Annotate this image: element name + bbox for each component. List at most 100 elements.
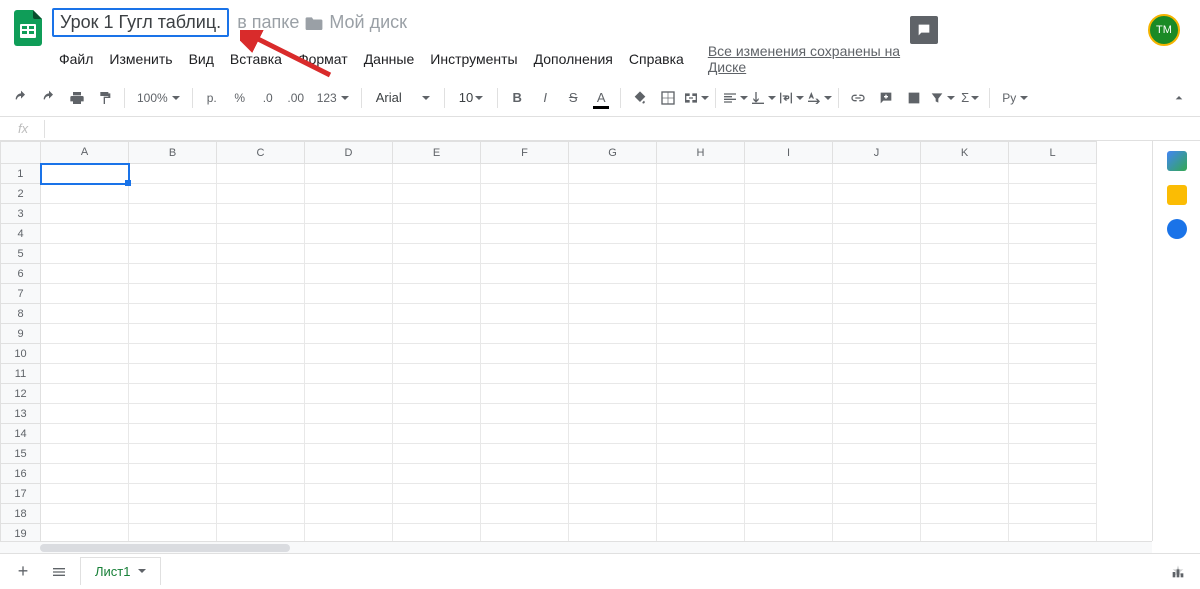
cell-C11[interactable] [217,364,305,384]
cell-J12[interactable] [833,384,921,404]
cell-J16[interactable] [833,464,921,484]
spreadsheet-grid[interactable]: ABCDEFGHIJKL1234567891011121314151617181… [0,141,1152,541]
cell-D2[interactable] [305,184,393,204]
cell-J5[interactable] [833,244,921,264]
cell-L6[interactable] [1009,264,1097,284]
cell-B5[interactable] [129,244,217,264]
add-sheet-button[interactable]: + [8,558,38,586]
cell-D9[interactable] [305,324,393,344]
column-header-D[interactable]: D [305,142,393,164]
cell-H8[interactable] [657,304,745,324]
cell-D3[interactable] [305,204,393,224]
sheets-logo[interactable] [8,8,48,48]
cell-L1[interactable] [1009,164,1097,184]
cell-J4[interactable] [833,224,921,244]
cell-C17[interactable] [217,484,305,504]
cell-H11[interactable] [657,364,745,384]
row-header-7[interactable]: 7 [1,284,41,304]
cell-J13[interactable] [833,404,921,424]
cell-K1[interactable] [921,164,1009,184]
cell-A19[interactable] [41,524,129,542]
cell-K12[interactable] [921,384,1009,404]
print-button[interactable] [64,85,90,111]
cell-E14[interactable] [393,424,481,444]
cell-B7[interactable] [129,284,217,304]
cell-G8[interactable] [569,304,657,324]
decrease-decimal-button[interactable]: .0 [255,85,281,111]
cell-G11[interactable] [569,364,657,384]
cell-K18[interactable] [921,504,1009,524]
keep-addon-icon[interactable] [1167,185,1187,205]
cell-B4[interactable] [129,224,217,244]
cell-K16[interactable] [921,464,1009,484]
calendar-addon-icon[interactable] [1167,151,1187,171]
row-header-11[interactable]: 11 [1,364,41,384]
cell-F15[interactable] [481,444,569,464]
cell-H5[interactable] [657,244,745,264]
cell-J9[interactable] [833,324,921,344]
share-button[interactable]: Настройки Доступа [952,14,1134,46]
row-header-12[interactable]: 12 [1,384,41,404]
cell-D11[interactable] [305,364,393,384]
cell-K15[interactable] [921,444,1009,464]
cell-H9[interactable] [657,324,745,344]
cell-I11[interactable] [745,364,833,384]
select-all-corner[interactable] [1,142,41,164]
cell-L4[interactable] [1009,224,1097,244]
cell-D15[interactable] [305,444,393,464]
cell-F17[interactable] [481,484,569,504]
cell-I1[interactable] [745,164,833,184]
cell-F10[interactable] [481,344,569,364]
font-selector[interactable]: Arial [368,90,438,105]
cell-I2[interactable] [745,184,833,204]
cell-E4[interactable] [393,224,481,244]
cell-D8[interactable] [305,304,393,324]
row-header-6[interactable]: 6 [1,264,41,284]
horizontal-scrollbar[interactable] [0,541,1152,553]
cell-L2[interactable] [1009,184,1097,204]
cell-F4[interactable] [481,224,569,244]
cell-A2[interactable] [41,184,129,204]
row-header-10[interactable]: 10 [1,344,41,364]
cell-F5[interactable] [481,244,569,264]
cell-I16[interactable] [745,464,833,484]
cell-I7[interactable] [745,284,833,304]
cell-G4[interactable] [569,224,657,244]
cell-A1[interactable] [41,164,129,184]
cell-L16[interactable] [1009,464,1097,484]
insert-comment-button[interactable] [873,85,899,111]
folder-location[interactable]: в папке Мой диск [237,12,407,33]
row-header-13[interactable]: 13 [1,404,41,424]
column-header-F[interactable]: F [481,142,569,164]
cell-B17[interactable] [129,484,217,504]
row-header-18[interactable]: 18 [1,504,41,524]
cell-C8[interactable] [217,304,305,324]
cell-J17[interactable] [833,484,921,504]
cell-D12[interactable] [305,384,393,404]
cell-A10[interactable] [41,344,129,364]
cell-C13[interactable] [217,404,305,424]
cell-D16[interactable] [305,464,393,484]
column-header-A[interactable]: A [41,142,129,164]
row-header-2[interactable]: 2 [1,184,41,204]
insert-link-button[interactable] [845,85,871,111]
cell-F1[interactable] [481,164,569,184]
cell-B12[interactable] [129,384,217,404]
cell-E17[interactable] [393,484,481,504]
cell-G16[interactable] [569,464,657,484]
cell-E10[interactable] [393,344,481,364]
cell-J19[interactable] [833,524,921,542]
cell-D5[interactable] [305,244,393,264]
input-tools-button[interactable]: Ру [996,91,1034,105]
cell-H17[interactable] [657,484,745,504]
cell-H7[interactable] [657,284,745,304]
cell-B15[interactable] [129,444,217,464]
explore-button[interactable] [1164,558,1192,586]
cell-C16[interactable] [217,464,305,484]
cell-H19[interactable] [657,524,745,542]
cell-F2[interactable] [481,184,569,204]
cell-E19[interactable] [393,524,481,542]
cell-B2[interactable] [129,184,217,204]
cell-G19[interactable] [569,524,657,542]
account-avatar[interactable]: TM [1148,14,1180,46]
